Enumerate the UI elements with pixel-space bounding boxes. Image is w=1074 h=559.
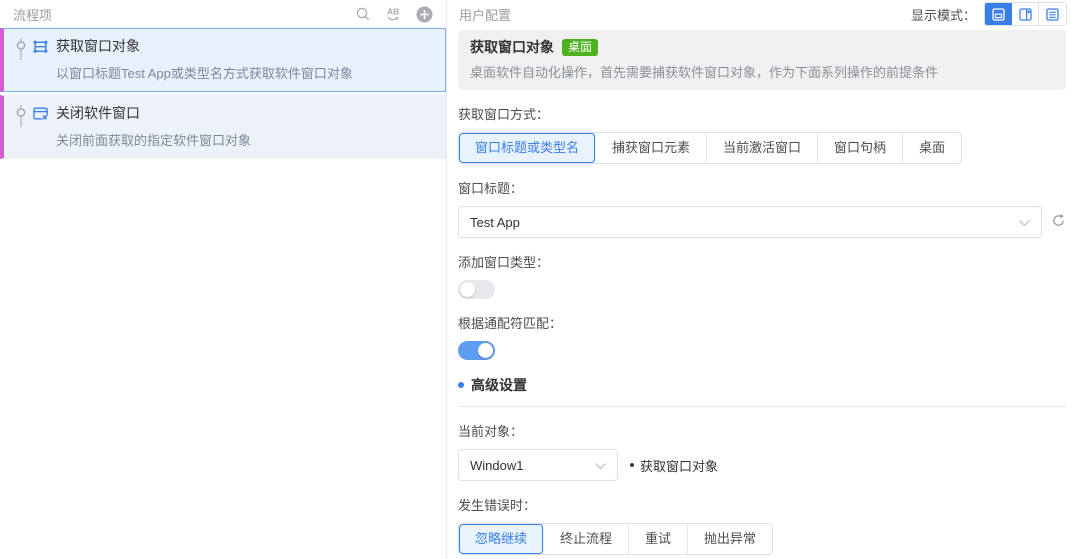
toggle-knob: [460, 282, 475, 297]
timeline-node-icon[interactable]: [10, 36, 32, 62]
capture-method-option-desktop[interactable]: 桌面: [903, 133, 961, 163]
on-error-option-retry[interactable]: 重试: [629, 524, 689, 554]
app-window: 流程项 AB 获取窗口对象 以窗口标题Test App或类型名方式获取软件窗口对…: [0, 0, 1074, 559]
capture-method-label: 获取窗口方式：: [458, 107, 550, 122]
display-mode-label: 显示模式：: [910, 7, 976, 23]
window-title-label: 窗口标题：: [458, 181, 524, 196]
on-error-option-stop[interactable]: 终止流程: [544, 524, 630, 554]
svg-text:AB: AB: [387, 7, 399, 17]
bullet-dot-icon: [458, 382, 464, 388]
advanced-settings-header[interactable]: 高级设置: [458, 375, 1066, 395]
flow-item-desc: 关闭前面获取的指定软件窗口对象: [56, 133, 252, 148]
rename-ab-icon[interactable]: AB: [384, 6, 403, 22]
add-window-type-label: 添加窗口类型：: [458, 255, 550, 270]
current-object-value: Window1: [470, 457, 524, 473]
current-object-select[interactable]: Window1: [458, 449, 618, 481]
flow-item-title: 关闭软件窗口: [56, 105, 140, 121]
display-mode-group: [984, 2, 1067, 26]
component-description: 桌面软件自动化操作，首先需要捕获软件窗口对象，作为下面系列操作的前提条件: [470, 65, 939, 80]
config-body: 获取窗口对象 桌面 桌面软件自动化操作，首先需要捕获软件窗口对象，作为下面系列操…: [447, 28, 1074, 559]
chevron-down-icon: [1019, 215, 1030, 230]
add-window-type-toggle[interactable]: [458, 280, 495, 299]
current-object-note: 获取窗口对象: [630, 456, 718, 475]
desktop-badge: 桌面: [562, 38, 599, 56]
wildcard-match-toggle[interactable]: [458, 341, 495, 360]
timeline-node-icon[interactable]: [10, 103, 32, 129]
component-title: 获取窗口对象: [470, 39, 554, 55]
bullet-dot-icon: [630, 463, 634, 467]
flow-panel-header: 流程项 AB: [0, 0, 446, 28]
component-info-box: 获取窗口对象 桌面 桌面软件自动化操作，首先需要捕获软件窗口对象，作为下面系列操…: [458, 30, 1066, 90]
capture-window-icon: [32, 36, 56, 62]
window-title-select[interactable]: Test App: [458, 206, 1042, 238]
on-error-group: 忽略继续 终止流程 重试 抛出异常: [458, 523, 774, 555]
capture-method-option-title[interactable]: 窗口标题或类型名: [459, 133, 597, 163]
on-error-option-throw[interactable]: 抛出异常: [688, 524, 772, 554]
flow-list-panel: 流程项 AB 获取窗口对象 以窗口标题Test App或类型名方式获取软件窗口对…: [0, 0, 447, 559]
flow-item-get-window[interactable]: 获取窗口对象 以窗口标题Test App或类型名方式获取软件窗口对象: [0, 28, 446, 92]
flow-list: 获取窗口对象 以窗口标题Test App或类型名方式获取软件窗口对象 关闭软件窗…: [0, 28, 446, 559]
capture-method-option-element[interactable]: 捕获窗口元素: [596, 133, 708, 163]
capture-method-option-active[interactable]: 当前激活窗口: [707, 133, 819, 163]
capture-method-group: 窗口标题或类型名 捕获窗口元素 当前激活窗口 窗口句柄 桌面: [458, 132, 963, 164]
current-object-label: 当前对象：: [458, 424, 524, 439]
window-title-value: Test App: [470, 214, 520, 230]
config-panel-title: 用户配置: [459, 7, 512, 23]
user-config-panel: 用户配置 显示模式： 获取窗口对象 桌面 桌面软件自动化操作，首先需要捕获软件窗…: [447, 0, 1074, 559]
flow-item-close-window[interactable]: 关闭软件窗口 关闭前面获取的指定软件窗口对象: [0, 95, 446, 159]
display-mode-list-icon[interactable]: [1039, 3, 1066, 25]
close-window-icon: [32, 103, 56, 129]
config-panel-header: 用户配置 显示模式：: [447, 0, 1074, 28]
advanced-settings-label: 高级设置: [471, 377, 527, 393]
flow-panel-title: 流程项: [13, 7, 53, 23]
section-divider: [458, 406, 1066, 407]
search-icon[interactable]: [355, 6, 371, 22]
on-error-option-ignore[interactable]: 忽略继续: [459, 524, 545, 554]
add-flow-item-button[interactable]: [416, 6, 433, 23]
toggle-knob: [478, 343, 493, 358]
display-mode-split-icon[interactable]: [1012, 3, 1039, 25]
refresh-icon[interactable]: [1051, 213, 1066, 231]
wildcard-match-label: 根据通配符匹配：: [458, 316, 563, 331]
on-error-label: 发生错误时：: [458, 498, 537, 513]
capture-method-option-handle[interactable]: 窗口句柄: [818, 133, 904, 163]
flow-item-title: 获取窗口对象: [56, 38, 140, 54]
display-mode-form-icon[interactable]: [985, 3, 1012, 25]
chevron-down-icon: [595, 458, 606, 473]
flow-item-desc: 以窗口标题Test App或类型名方式获取软件窗口对象: [56, 66, 353, 81]
